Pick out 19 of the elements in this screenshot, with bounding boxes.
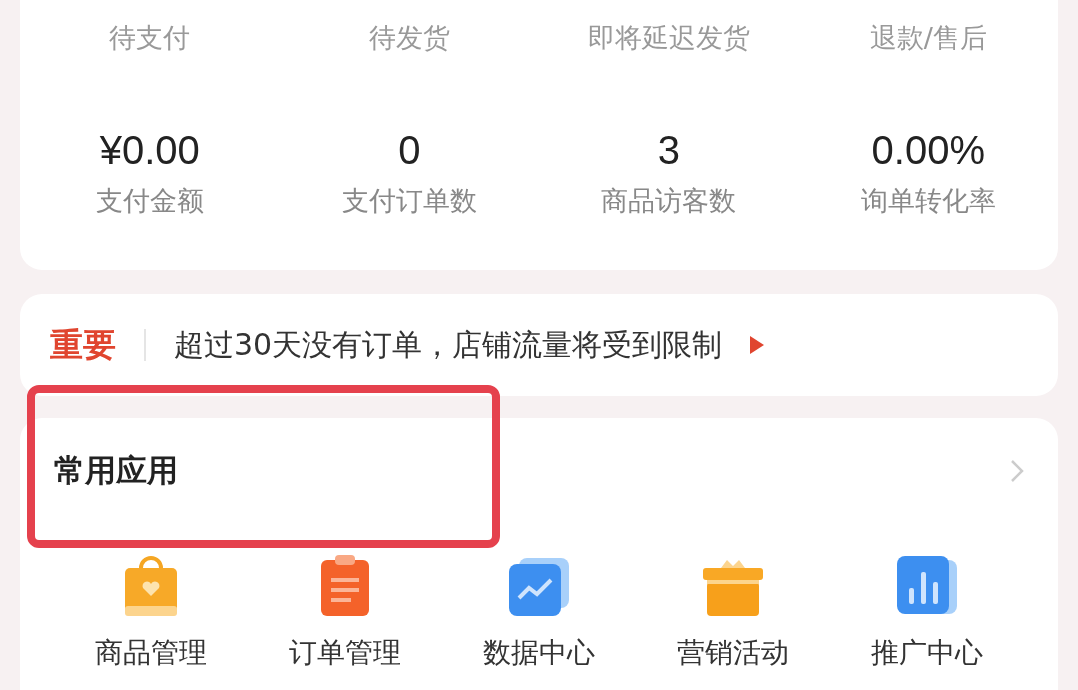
app-shortcut[interactable]: 订单管理 <box>248 550 442 672</box>
notice-bar[interactable]: 重要 超过30天没有订单，店铺流量将受到限制 <box>20 294 1058 396</box>
stat-value: 3 <box>657 128 680 173</box>
app-shortcut[interactable]: 数据中心 <box>442 550 636 672</box>
stat-label: 支付金额 <box>95 184 204 218</box>
notice-tag: 重要 <box>50 322 116 368</box>
play-icon <box>750 336 765 354</box>
stat-value: ¥0.00 <box>99 128 200 173</box>
app-shortcut[interactable]: 推广中心 <box>830 550 1024 672</box>
stat-value: 0 <box>398 128 421 173</box>
app-shortcut[interactable]: 营销活动 <box>636 550 830 672</box>
stat-label: 支付订单数 <box>341 184 477 218</box>
app-shortcut[interactable]: 商品管理 <box>54 550 248 672</box>
stat-label: 商品访客数 <box>601 184 737 218</box>
notice-text: 超过30天没有订单，店铺流量将受到限制 <box>174 325 723 364</box>
stat-value: 0.00% <box>871 128 985 173</box>
section-title: 常用应用 <box>54 451 178 490</box>
stat-label: 询单转化率 <box>860 184 996 218</box>
chevron-right-icon[interactable] <box>1010 459 1024 483</box>
